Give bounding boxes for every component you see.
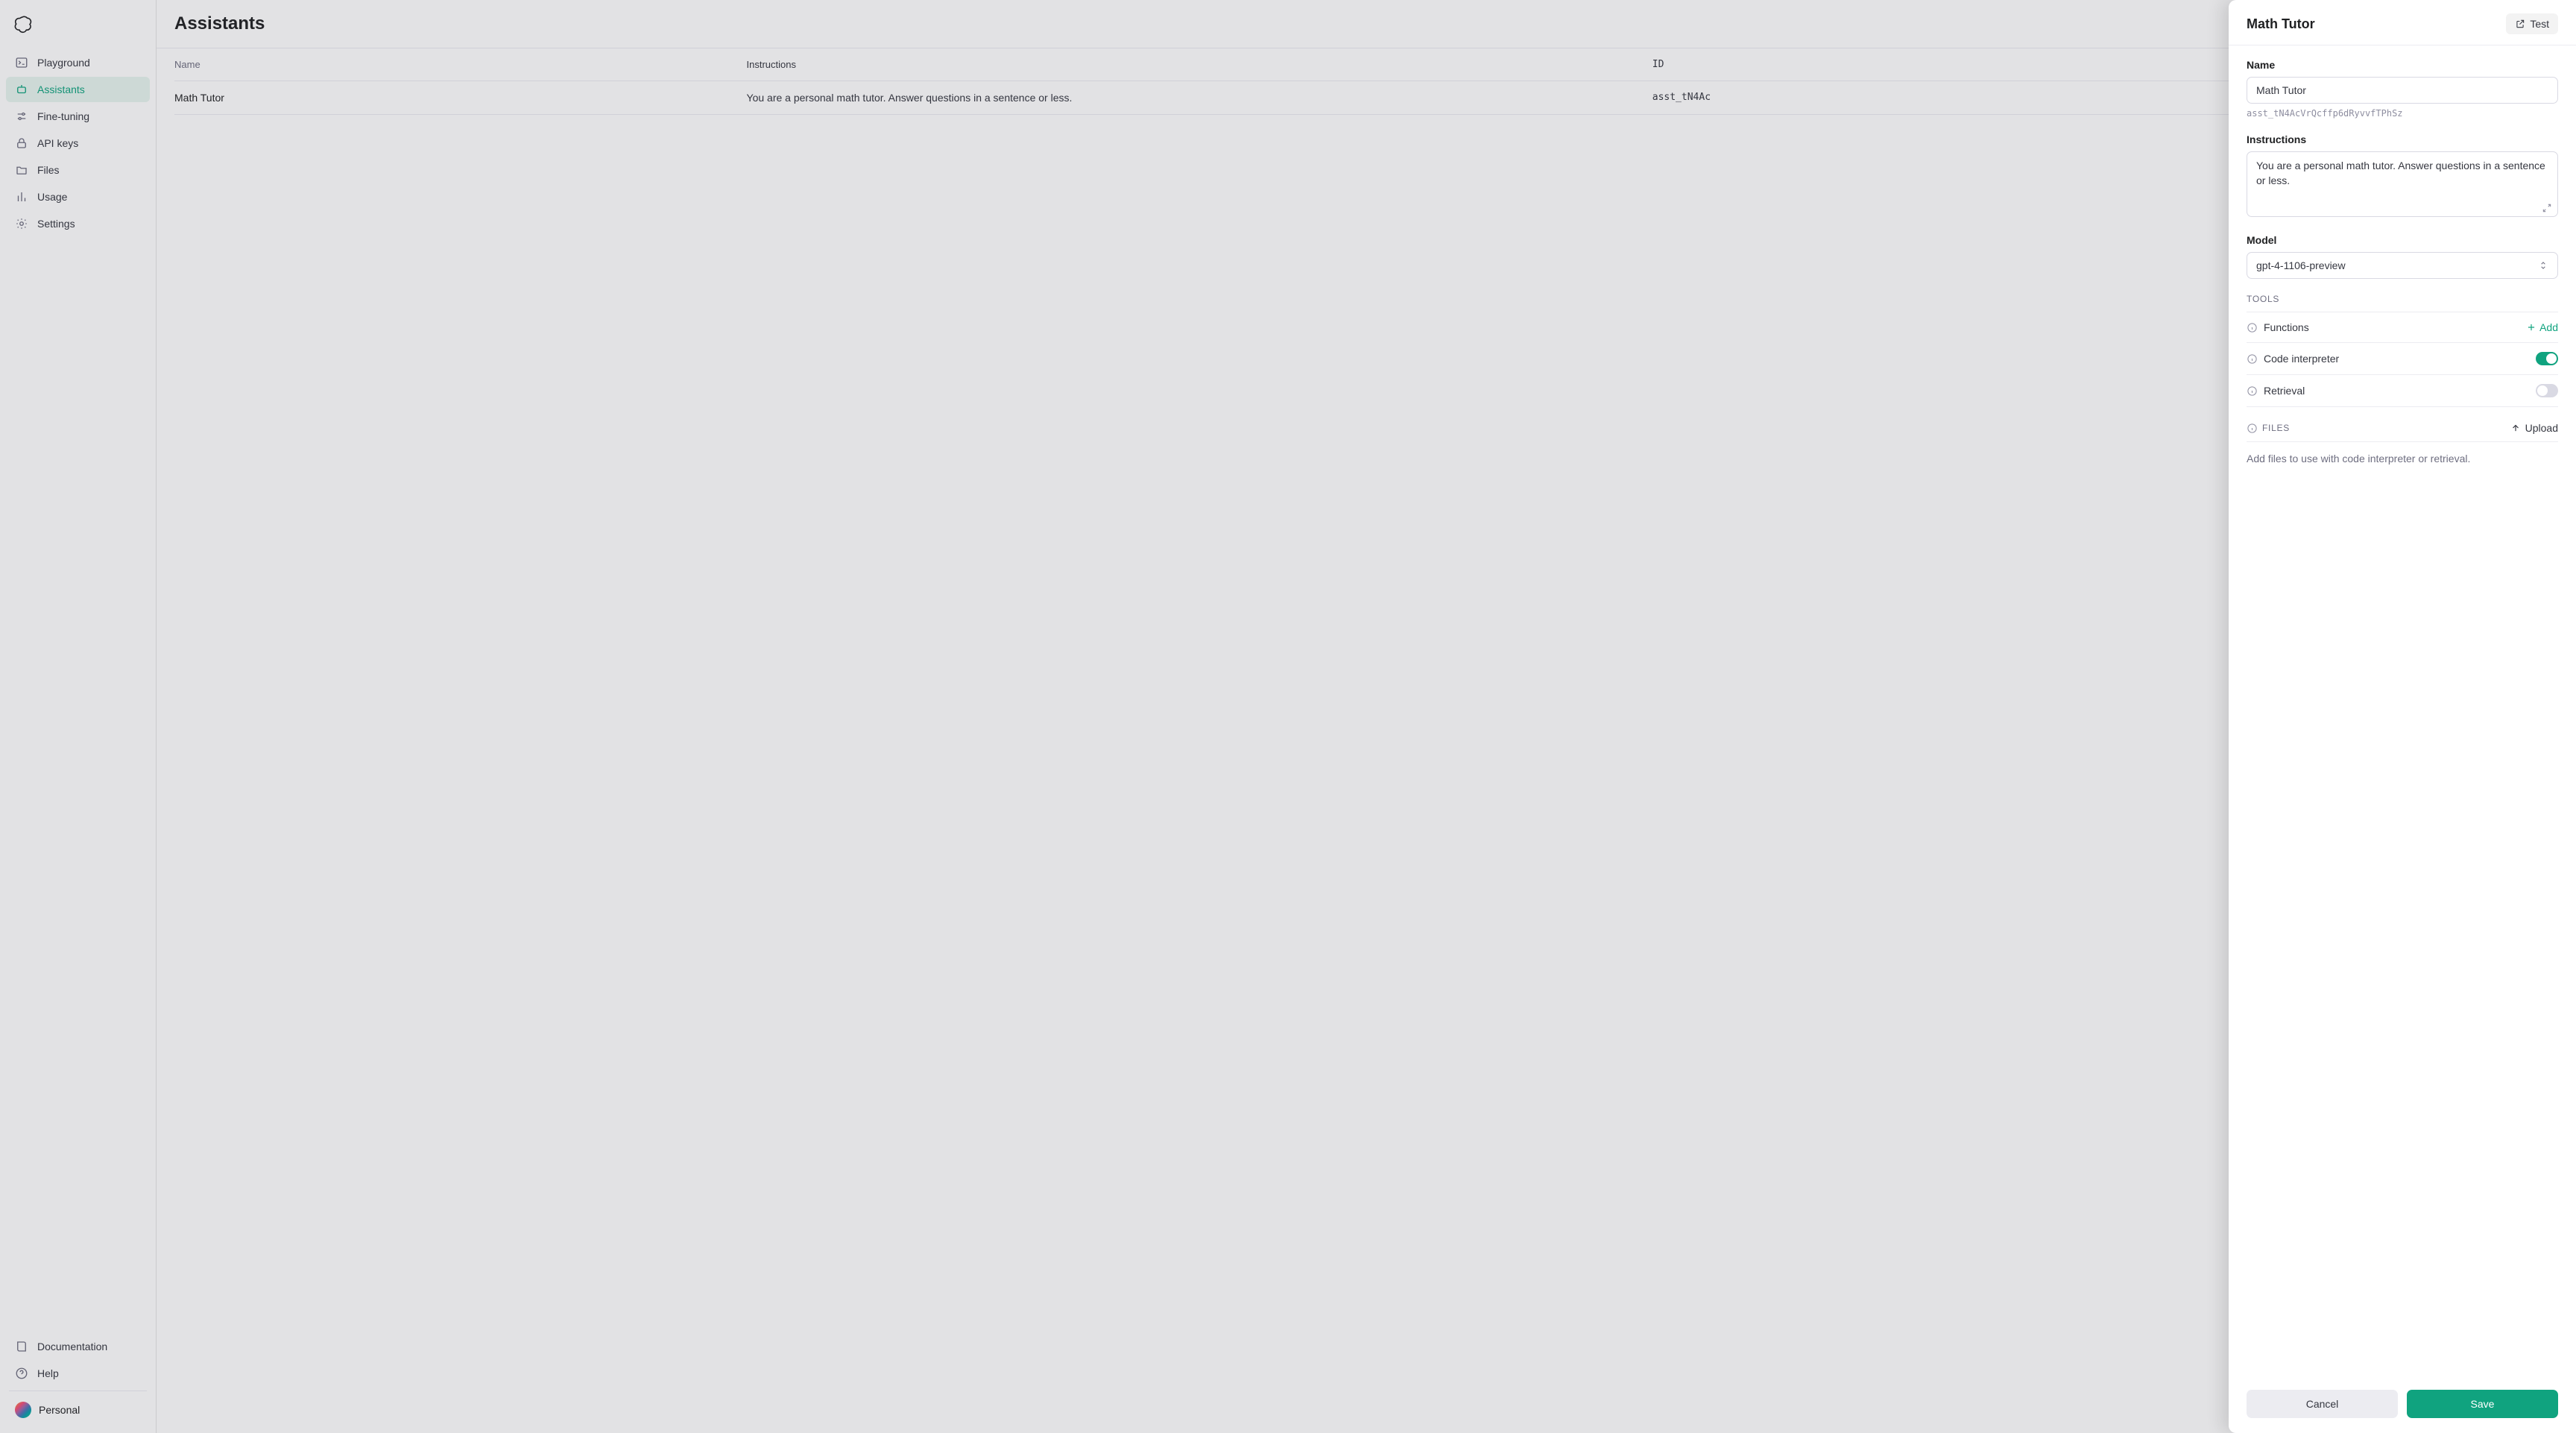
- plus-icon: [2526, 322, 2536, 333]
- model-select[interactable]: gpt-4-1106-preview: [2247, 252, 2558, 279]
- sidebar-item-documentation[interactable]: Documentation: [6, 1334, 150, 1359]
- tool-row-code-interpreter: Code interpreter: [2247, 343, 2558, 375]
- sidebar-item-assistants[interactable]: Assistants: [6, 77, 150, 102]
- add-label: Add: [2539, 321, 2558, 333]
- help-icon: [15, 1367, 28, 1380]
- files-hint: Add files to use with code interpreter o…: [2247, 453, 2558, 464]
- info-icon: [2247, 322, 2258, 333]
- tool-name-functions: Functions: [2264, 321, 2309, 333]
- sidebar-item-settings[interactable]: Settings: [6, 211, 150, 236]
- code-interpreter-toggle[interactable]: [2536, 352, 2558, 365]
- test-button[interactable]: Test: [2506, 13, 2558, 34]
- chevron-up-down-icon: [2538, 260, 2548, 271]
- sidebar-item-help[interactable]: Help: [6, 1361, 150, 1386]
- sidebar-item-label: Files: [37, 164, 60, 176]
- page-title: Assistants: [174, 13, 2558, 34]
- expand-handle[interactable]: [2542, 203, 2552, 213]
- terminal-icon: [15, 56, 28, 69]
- book-icon: [15, 1340, 28, 1353]
- main-content: Assistants Name Instructions ID Math Tut…: [157, 0, 2576, 1433]
- expand-icon: [2542, 203, 2552, 213]
- upload-icon: [2510, 423, 2521, 433]
- test-button-label: Test: [2530, 18, 2549, 30]
- files-heading: FILES: [2262, 423, 2290, 433]
- sidebar-item-playground[interactable]: Playground: [6, 50, 150, 75]
- instructions-textarea[interactable]: [2247, 151, 2558, 217]
- logo: [6, 9, 150, 50]
- column-header-name: Name: [174, 48, 747, 81]
- account-label: Personal: [39, 1404, 80, 1416]
- sidebar-item-fine-tuning[interactable]: Fine-tuning: [6, 104, 150, 129]
- column-header-instructions: Instructions: [747, 48, 1652, 81]
- name-label: Name: [2247, 59, 2558, 71]
- sidebar-item-label: Help: [37, 1367, 59, 1379]
- info-icon: [2247, 423, 2258, 434]
- bar-chart-icon: [15, 190, 28, 204]
- cancel-button[interactable]: Cancel: [2247, 1390, 2398, 1418]
- tools-heading: TOOLS: [2247, 294, 2558, 304]
- panel-title: Math Tutor: [2247, 16, 2315, 32]
- tool-name-code-interpreter: Code interpreter: [2264, 353, 2339, 365]
- cell-instructions: You are a personal math tutor. Answer qu…: [747, 81, 1652, 115]
- sidebar-item-label: Documentation: [37, 1341, 107, 1352]
- sidebar: Playground Assistants Fine-tuning API ke…: [0, 0, 157, 1433]
- info-icon: [2247, 385, 2258, 397]
- sliders-icon: [15, 110, 28, 123]
- tool-row-functions: Functions Add: [2247, 312, 2558, 343]
- sidebar-item-label: Assistants: [37, 84, 85, 95]
- retrieval-toggle[interactable]: [2536, 384, 2558, 397]
- assistant-edit-panel: Math Tutor Test Name asst_tN4AcVrQcffp6d…: [2229, 0, 2576, 1433]
- cell-name: Math Tutor: [174, 81, 747, 115]
- upload-button[interactable]: Upload: [2510, 422, 2558, 434]
- table-row[interactable]: Math Tutor You are a personal math tutor…: [174, 81, 2558, 115]
- add-function-button[interactable]: Add: [2526, 321, 2558, 333]
- external-link-icon: [2515, 19, 2525, 29]
- sidebar-item-api-keys[interactable]: API keys: [6, 130, 150, 156]
- sidebar-item-label: Usage: [37, 191, 67, 203]
- info-icon: [2247, 353, 2258, 365]
- gear-icon: [15, 217, 28, 230]
- instructions-label: Instructions: [2247, 133, 2558, 145]
- avatar: [15, 1402, 31, 1418]
- folder-icon: [15, 163, 28, 177]
- robot-icon: [15, 83, 28, 96]
- upload-label: Upload: [2525, 422, 2558, 434]
- openai-logo-icon: [12, 15, 33, 36]
- assistant-id: asst_tN4AcVrQcffp6dRyvvfTPhSz: [2247, 108, 2558, 119]
- sidebar-item-label: Playground: [37, 57, 90, 69]
- tool-name-retrieval: Retrieval: [2264, 385, 2305, 397]
- model-select-value: gpt-4-1106-preview: [2256, 259, 2346, 271]
- name-input[interactable]: [2247, 77, 2558, 104]
- sidebar-item-usage[interactable]: Usage: [6, 184, 150, 210]
- sidebar-item-label: Settings: [37, 218, 75, 230]
- assistants-table: Name Instructions ID Math Tutor You are …: [174, 48, 2558, 115]
- sidebar-item-label: API keys: [37, 137, 78, 149]
- save-button[interactable]: Save: [2407, 1390, 2558, 1418]
- tool-row-retrieval: Retrieval: [2247, 375, 2558, 407]
- sidebar-item-label: Fine-tuning: [37, 110, 89, 122]
- model-label: Model: [2247, 234, 2558, 246]
- lock-icon: [15, 136, 28, 150]
- sidebar-item-files[interactable]: Files: [6, 157, 150, 183]
- account-switcher[interactable]: Personal: [6, 1396, 150, 1424]
